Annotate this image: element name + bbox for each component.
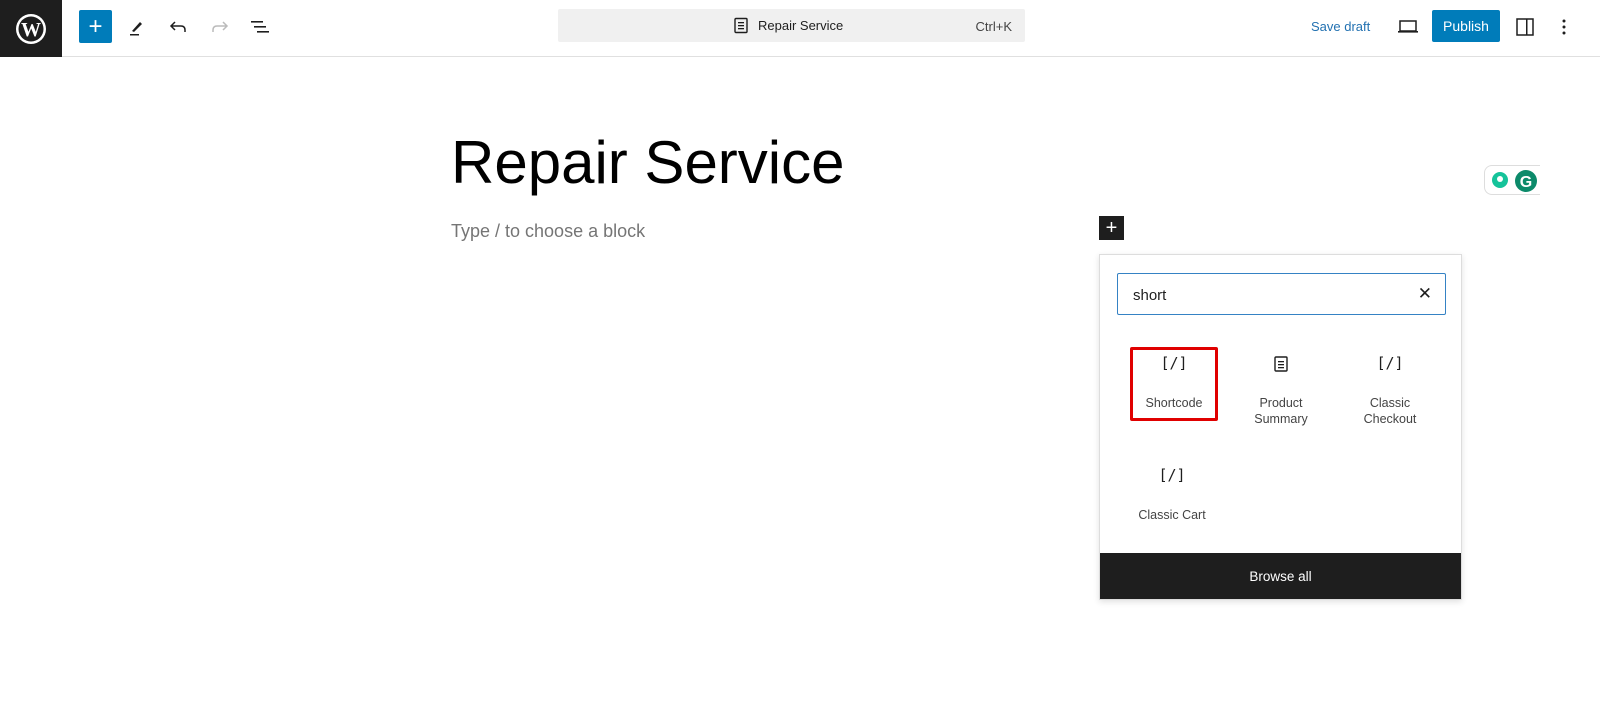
grammarly-icon: G	[1492, 170, 1537, 192]
clear-search-icon[interactable]: ✕	[1418, 284, 1432, 304]
wordpress-icon: W	[16, 13, 46, 44]
block-label: Classic Checkout	[1363, 396, 1417, 426]
post-title[interactable]: Repair Service	[451, 128, 845, 197]
undo-icon[interactable]	[165, 14, 191, 40]
grammarly-widget[interactable]: G	[1484, 165, 1540, 195]
options-kebab-icon[interactable]	[1556, 14, 1572, 40]
save-draft-button[interactable]: Save draft	[1311, 19, 1370, 34]
block-inserter-toggle[interactable]: +	[79, 10, 112, 43]
svg-text:W: W	[21, 19, 41, 41]
block-label: Product Summary	[1254, 396, 1308, 426]
settings-sidebar-icon[interactable]	[1512, 14, 1538, 40]
command-palette-bar[interactable]: Repair Service Ctrl+K	[558, 9, 1025, 42]
shortcode-icon: [/]	[1158, 466, 1186, 484]
block-label: Classic Cart	[1138, 508, 1206, 522]
block-item-shortcode[interactable]: [/] Shortcode	[1130, 355, 1218, 411]
browse-all-button[interactable]: Browse all	[1100, 553, 1461, 599]
quick-inserter-popover: short ✕ [/] Shortcode Product Summary [/]…	[1099, 254, 1462, 600]
block-placeholder[interactable]: Type / to choose a block	[451, 221, 645, 242]
document-title: Repair Service	[758, 18, 844, 33]
shortcut-hint: Ctrl+K	[975, 19, 1012, 34]
block-label: Shortcode	[1145, 396, 1203, 410]
shortcode-icon: [/]	[1376, 354, 1404, 372]
document-icon	[734, 17, 748, 34]
block-item-product-summary[interactable]: Product Summary	[1237, 355, 1325, 427]
redo-icon[interactable]	[207, 14, 233, 40]
block-item-classic-checkout[interactable]: [/] Classic Checkout	[1346, 355, 1434, 427]
block-search-input[interactable]: short ✕	[1117, 273, 1446, 315]
document-overview-icon[interactable]	[247, 14, 273, 40]
svg-text:G: G	[1520, 174, 1532, 191]
publish-button[interactable]: Publish	[1432, 10, 1500, 42]
search-value: short	[1133, 287, 1167, 304]
block-item-classic-cart[interactable]: [/] Classic Cart	[1128, 467, 1216, 523]
preview-laptop-icon[interactable]	[1395, 14, 1421, 40]
wordpress-logo-button[interactable]: W	[0, 0, 62, 57]
add-block-button[interactable]: +	[1099, 216, 1124, 240]
editor-header: W + Repair Service Ctrl+K Save draft Pub…	[0, 0, 1600, 57]
tools-pencil-icon[interactable]	[124, 14, 150, 40]
document-icon	[1237, 355, 1325, 383]
shortcode-icon: [/]	[1160, 354, 1188, 372]
